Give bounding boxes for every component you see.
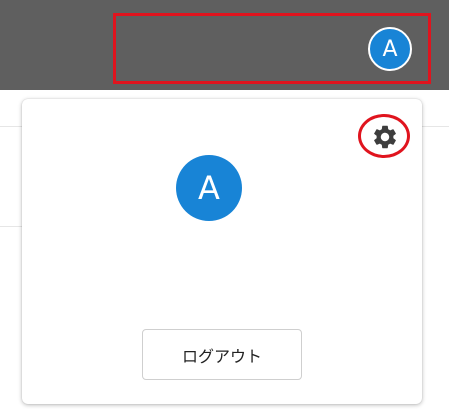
gear-icon[interactable]	[371, 123, 399, 151]
logout-button-label: ログアウト	[181, 346, 262, 366]
header-avatar-initial: A	[382, 36, 398, 62]
background-divider-left	[0, 226, 22, 227]
logout-button[interactable]: ログアウト	[142, 329, 302, 380]
profile-avatar-initial: A	[198, 169, 220, 207]
header-avatar-button[interactable]: A	[368, 27, 412, 71]
profile-avatar: A	[176, 155, 242, 221]
